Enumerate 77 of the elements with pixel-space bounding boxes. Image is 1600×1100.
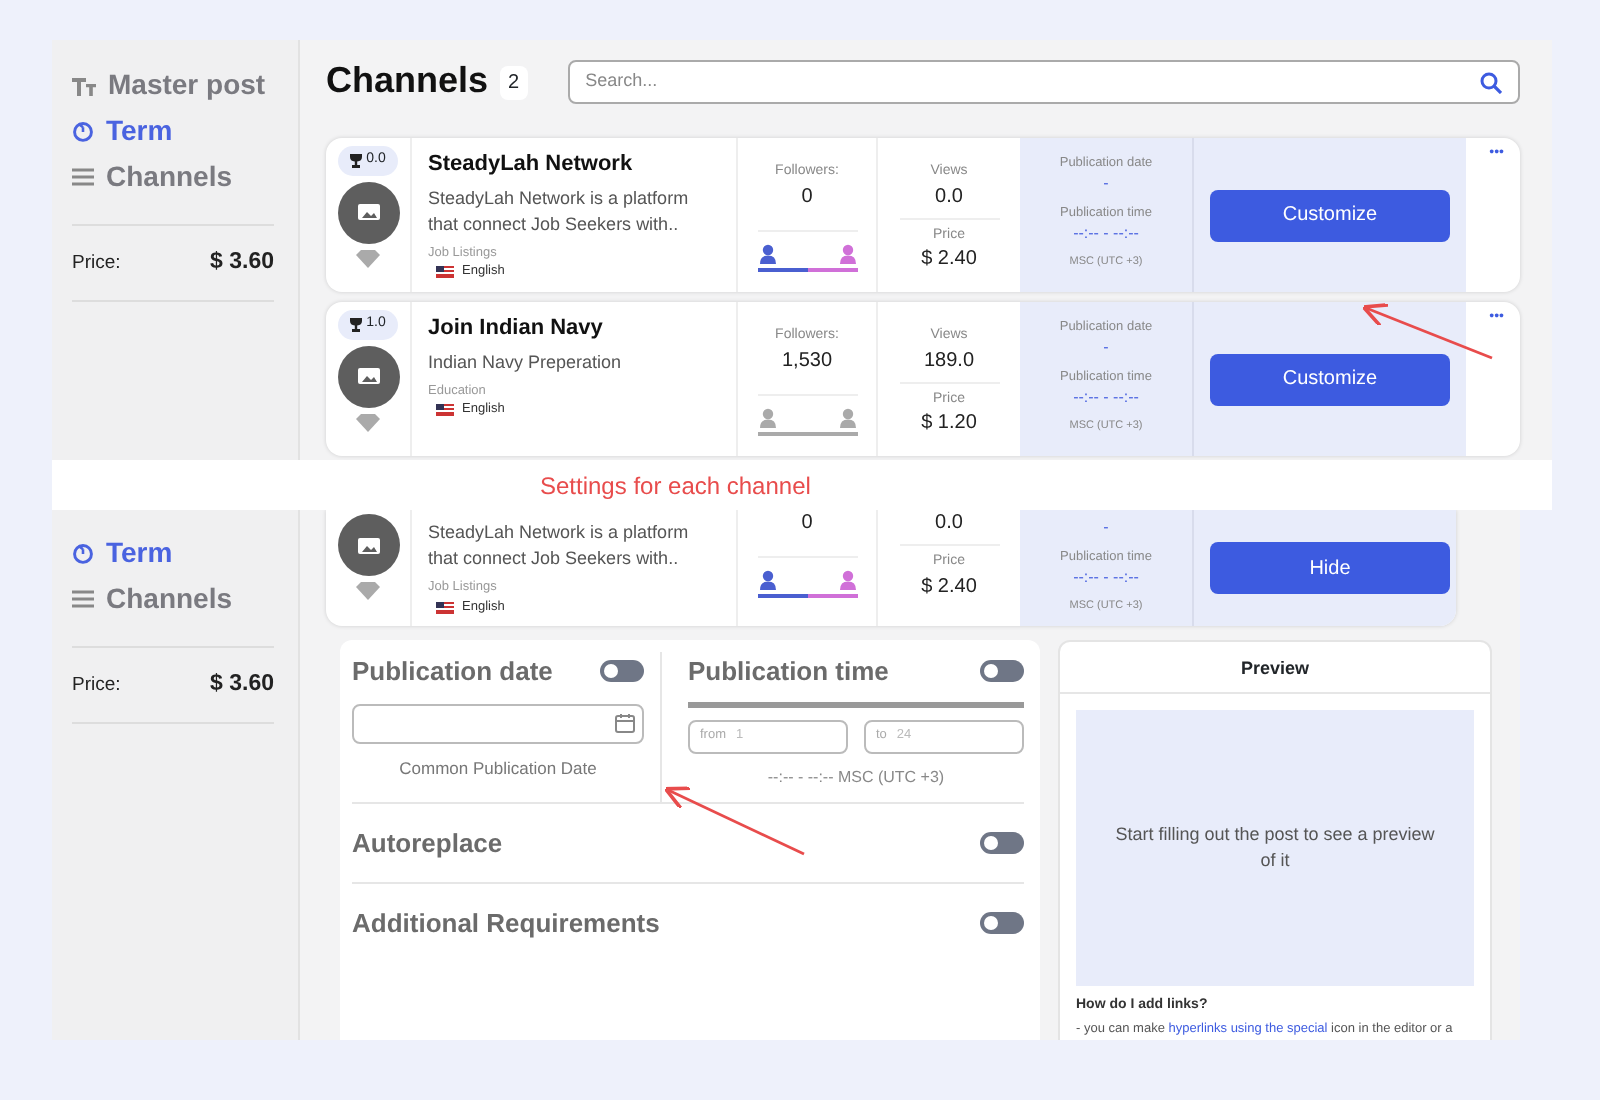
toggle-switch[interactable]	[600, 660, 644, 683]
person-icon	[757, 570, 777, 592]
channel-price: $ 2.40	[921, 573, 977, 599]
preview-title: Preview	[1060, 642, 1490, 694]
flag-icon	[436, 404, 454, 417]
price-value: $ 3.60	[210, 670, 274, 700]
search-field[interactable]: Search...	[567, 60, 1520, 104]
publication-date: -	[1103, 518, 1109, 536]
diamond-icon[interactable]	[356, 249, 380, 267]
toggle-switch[interactable]	[980, 660, 1024, 683]
publication-date: -	[1103, 173, 1109, 192]
image-icon	[357, 368, 379, 384]
list-icon	[72, 168, 94, 186]
list-icon	[72, 590, 94, 608]
annotation-arrow	[1361, 303, 1493, 360]
annotation-caption: Settings for each channel	[540, 469, 811, 503]
timer-icon	[72, 542, 94, 564]
count-badge: 2	[500, 65, 528, 99]
followers-count: 0	[801, 183, 813, 209]
section-title: Publication date	[352, 654, 553, 690]
trophy-icon	[350, 317, 363, 332]
toggle-switch[interactable]	[980, 832, 1024, 854]
channel-name: SteadyLah Network	[428, 150, 635, 180]
sidebar-item[interactable]: Term	[72, 530, 274, 576]
sidebar-item[interactable]: Term	[72, 108, 274, 154]
search-placeholder: Search...	[585, 68, 658, 95]
views-count: 189.0	[923, 347, 975, 373]
flag-icon	[436, 601, 454, 614]
field-caption: Common Publication Date	[397, 755, 599, 781]
publication-time: --:-- - --:--	[1073, 387, 1139, 405]
channel-name: Join Indian Navy	[428, 314, 605, 344]
views-count: 0.0	[935, 510, 963, 536]
annotation-arrow	[663, 786, 805, 856]
customize-button[interactable]: Customize	[1210, 353, 1450, 405]
sidebar-item[interactable]: Channels	[72, 154, 274, 200]
calendar-icon[interactable]	[614, 712, 636, 734]
sidebar-item[interactable]: Master post	[72, 62, 274, 108]
diamond-icon[interactable]	[356, 413, 380, 431]
price-value: $ 3.60	[210, 248, 274, 278]
preview-area: Start filling out the post to see a preview of it	[1076, 710, 1474, 986]
text-format-icon	[72, 75, 96, 95]
channel-description: SteadyLah Network is a platform that connect Job Seekers with..	[428, 185, 691, 237]
publication-time: --:-- - --:--	[1073, 223, 1139, 241]
customize-button[interactable]: Customize	[1210, 189, 1450, 241]
price-label: Price:	[72, 671, 121, 699]
channel-description: Indian Navy Preperation	[428, 349, 624, 375]
person-icon	[757, 243, 777, 265]
sidebar-item[interactable]: Channels	[72, 576, 274, 622]
timer-icon	[72, 120, 94, 142]
person-icon	[757, 407, 777, 429]
person-icon	[837, 243, 857, 265]
section-title: Autoreplace	[352, 825, 503, 862]
date-field[interactable]	[352, 703, 644, 743]
diamond-icon[interactable]	[356, 582, 380, 600]
person-icon	[837, 570, 857, 592]
time-range-slider[interactable]	[688, 701, 1024, 707]
channel-price: $ 1.20	[921, 410, 977, 436]
image-icon	[357, 537, 379, 553]
page-title: Channels	[326, 60, 489, 104]
followers-count: 1,530	[781, 347, 833, 373]
section-title: Additional Requirements	[352, 905, 660, 942]
trophy-icon	[350, 153, 363, 168]
section-title: Publication time	[688, 654, 889, 690]
channel-description: SteadyLah Network is a platform that connect Job Seekers with..	[428, 520, 691, 572]
publication-date: -	[1103, 337, 1109, 356]
price-label: Price:	[72, 249, 121, 277]
views-count: 0.0	[935, 183, 963, 209]
toggle-switch[interactable]	[980, 912, 1024, 934]
publication-time: --:-- - --:--	[1073, 567, 1139, 586]
hide-button[interactable]: Hide	[1210, 542, 1450, 594]
flag-icon	[436, 266, 454, 279]
image-icon	[357, 204, 379, 220]
person-icon	[837, 407, 857, 429]
followers-count: 0	[801, 510, 813, 536]
search-icon[interactable]	[1480, 71, 1502, 93]
time-summary: --:-- - --:-- MSC (UTC +3)	[765, 765, 947, 789]
channel-price: $ 2.40	[921, 246, 977, 272]
